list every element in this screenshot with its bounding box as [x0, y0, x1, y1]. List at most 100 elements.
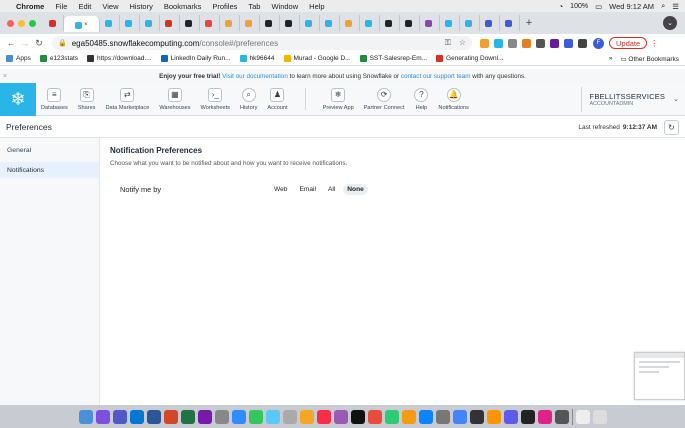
messages-icon[interactable]: [265, 409, 280, 424]
excel-icon[interactable]: [180, 409, 195, 424]
tab[interactable]: [480, 15, 500, 31]
lock-icon[interactable]: 🔒: [58, 39, 67, 47]
app-icon[interactable]: [95, 409, 110, 424]
powerpoint-icon[interactable]: [163, 409, 178, 424]
menu-app-name[interactable]: Chrome: [16, 2, 44, 11]
app-icon[interactable]: [503, 409, 518, 424]
menu-tab[interactable]: Tab: [248, 2, 260, 11]
menu-window[interactable]: Window: [271, 2, 298, 11]
tab[interactable]: [100, 15, 120, 31]
terminal-icon[interactable]: [520, 409, 535, 424]
menu-help[interactable]: Help: [309, 2, 324, 11]
extension-icon[interactable]: [522, 38, 531, 48]
user-menu[interactable]: FBELLITSSERVICES ACCOUNTADMIN ⌄: [580, 86, 685, 112]
tab[interactable]: [460, 15, 480, 31]
snowflake-logo-icon[interactable]: ❄: [0, 82, 36, 116]
zoom-window-button[interactable]: [29, 19, 36, 27]
app-icon[interactable]: [554, 409, 569, 424]
tv-icon[interactable]: [350, 409, 365, 424]
photos-icon[interactable]: [299, 409, 314, 424]
refresh-button[interactable]: ↻: [664, 119, 679, 135]
extension-icon[interactable]: [480, 38, 489, 48]
bookmark-apps[interactable]: Apps: [6, 55, 31, 62]
app-icon[interactable]: [469, 409, 484, 424]
sidebar-item-notifications[interactable]: Notifications: [0, 162, 99, 178]
tab[interactable]: [400, 15, 420, 31]
numbers-icon[interactable]: [384, 409, 399, 424]
bookmark-item[interactable]: e123stats: [39, 55, 78, 62]
option-all[interactable]: All: [324, 184, 339, 195]
chrome-menu-icon[interactable]: ⋮: [650, 39, 658, 48]
trash-icon[interactable]: [592, 409, 607, 424]
tab[interactable]: [160, 15, 180, 31]
profile-avatar[interactable]: F: [593, 37, 604, 49]
wifi-icon[interactable]: ◔: [559, 2, 564, 11]
tab[interactable]: [240, 15, 260, 31]
reload-icon[interactable]: ↻: [32, 38, 46, 49]
nav-warehouses[interactable]: ▦ Warehouses: [154, 83, 195, 116]
extension-icon[interactable]: [536, 38, 545, 48]
back-icon[interactable]: ←: [4, 38, 18, 48]
news-icon[interactable]: [367, 409, 382, 424]
menu-view[interactable]: View: [102, 2, 118, 11]
tab[interactable]: [300, 15, 320, 31]
menu-bookmarks[interactable]: Bookmarks: [164, 2, 202, 11]
tab[interactable]: [140, 15, 160, 31]
tab[interactable]: [440, 15, 460, 31]
menu-profiles[interactable]: Profiles: [212, 2, 237, 11]
more-bookmarks-icon[interactable]: »: [609, 55, 613, 62]
tab[interactable]: [200, 15, 220, 31]
other-bookmarks[interactable]: ▭ Other Bookmarks: [620, 55, 679, 63]
tab[interactable]: [420, 15, 440, 31]
tab[interactable]: [280, 15, 300, 31]
close-window-button[interactable]: [7, 19, 14, 27]
control-center-icon[interactable]: ☰: [672, 2, 679, 11]
screenshot-thumbnail[interactable]: [634, 352, 685, 400]
tab[interactable]: [380, 15, 400, 31]
firefox-icon[interactable]: [486, 409, 501, 424]
word-icon[interactable]: [146, 409, 161, 424]
menu-edit[interactable]: Edit: [78, 2, 91, 11]
nav-notifications[interactable]: 🔔 Notifications: [433, 83, 473, 116]
forward-icon[interactable]: →: [18, 38, 32, 48]
nav-data-marketplace[interactable]: ⇄ Data Marketplace: [100, 83, 154, 116]
banner-close-icon[interactable]: ×: [3, 73, 7, 80]
bookmark-item[interactable]: LinkedIn Daily Run...: [160, 55, 231, 62]
update-button[interactable]: Update: [609, 37, 648, 49]
tab[interactable]: [360, 15, 380, 31]
nav-account[interactable]: ♟ Account: [262, 83, 292, 116]
option-email[interactable]: Email: [295, 184, 320, 195]
minimize-window-button[interactable]: [18, 19, 25, 27]
address-bar[interactable]: 🔒 ega50485.snowflakecomputing.com/consol…: [52, 36, 472, 50]
teams-icon[interactable]: [112, 409, 127, 424]
tab[interactable]: [120, 15, 140, 31]
new-tab-button[interactable]: +: [520, 17, 538, 29]
chevron-down-icon[interactable]: ⌄: [673, 95, 679, 103]
bookmark-star-icon[interactable]: ☆: [459, 38, 466, 48]
app-icon[interactable]: [537, 409, 552, 424]
facetime-icon[interactable]: [248, 409, 263, 424]
battery-percent[interactable]: 100%: [570, 3, 588, 10]
music-icon[interactable]: [316, 409, 331, 424]
bookmark-item[interactable]: Murad - Google D...: [283, 55, 351, 62]
extension-icon[interactable]: [494, 38, 503, 48]
extension-icon[interactable]: [508, 38, 517, 48]
onenote-icon[interactable]: [197, 409, 212, 424]
tab[interactable]: [180, 15, 200, 31]
tab[interactable]: [260, 15, 280, 31]
finder-icon[interactable]: [78, 409, 93, 424]
nav-preview-app[interactable]: ❄ Preview App: [318, 83, 359, 116]
nav-help[interactable]: ? Help: [409, 83, 433, 116]
app-icon[interactable]: [282, 409, 297, 424]
menubar-clock[interactable]: Wed 9:12 AM: [609, 2, 654, 11]
podcasts-icon[interactable]: [333, 409, 348, 424]
tab-search-icon[interactable]: ⌄: [663, 16, 677, 30]
extension-icon[interactable]: [550, 38, 559, 48]
tab[interactable]: [220, 15, 240, 31]
sidebar-item-general[interactable]: General: [0, 142, 99, 158]
zoom-icon[interactable]: [231, 409, 246, 424]
documentation-link[interactable]: Visit our documentation: [222, 73, 288, 80]
option-none[interactable]: None: [343, 183, 368, 195]
nav-shares[interactable]: ⎘ Shares: [73, 83, 101, 116]
nav-history[interactable]: ⌕ History: [235, 83, 262, 116]
